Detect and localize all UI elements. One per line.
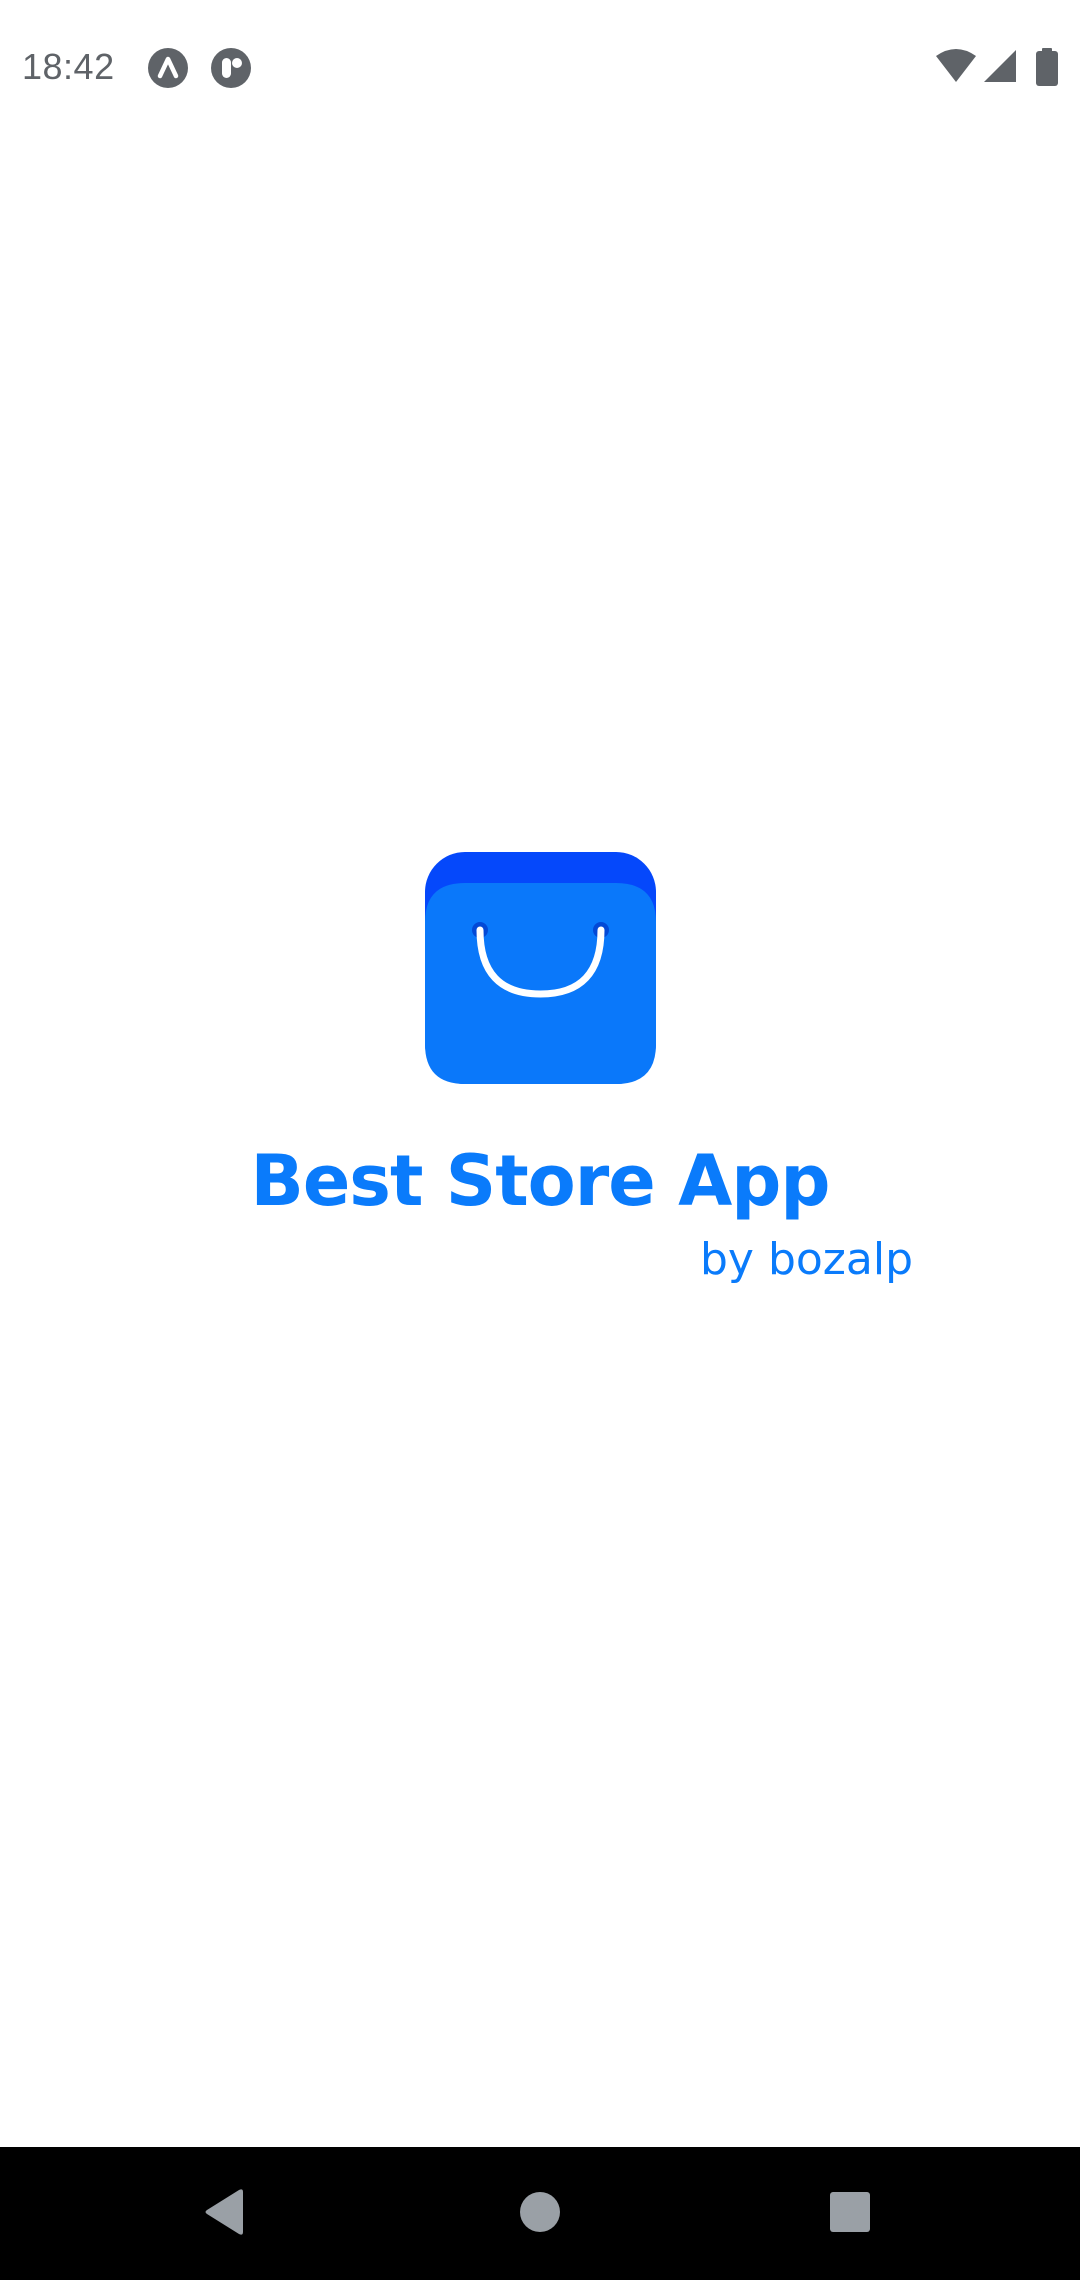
signal-icon (982, 48, 1018, 86)
app-byline: by bozalp (700, 1234, 914, 1285)
status-time: 18:42 (22, 46, 115, 87)
wifi-icon (936, 48, 976, 86)
app-title: Best Store App (250, 1140, 830, 1222)
splash-screen: 18:42 Best Store App by bozalp (0, 0, 1080, 2280)
navigation-bar (0, 2147, 1080, 2280)
home-icon (519, 2191, 561, 2238)
recents-icon (829, 2191, 871, 2238)
back-icon (203, 2188, 247, 2241)
home-button[interactable] (490, 2167, 590, 2261)
status-bar: 18:42 (0, 0, 1080, 134)
shopping-bag-icon (425, 852, 656, 1084)
notification-a-icon (148, 48, 188, 88)
battery-icon (1036, 48, 1058, 86)
recents-button[interactable] (800, 2167, 900, 2261)
back-button[interactable] (175, 2167, 275, 2261)
notification-app-icon (211, 48, 251, 88)
